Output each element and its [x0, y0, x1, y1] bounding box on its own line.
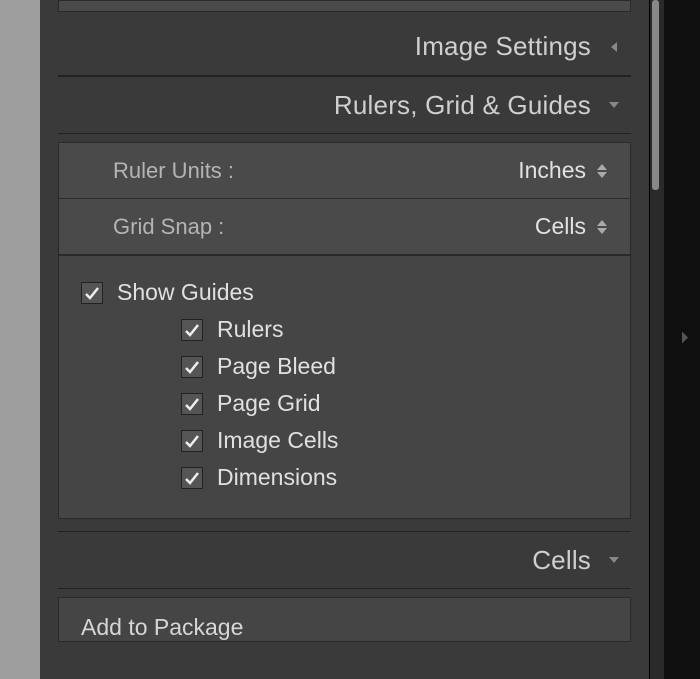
ruler-units-row: Ruler Units : Inches — [59, 143, 630, 199]
grid-snap-row: Grid Snap : Cells — [59, 199, 630, 255]
section-title: Rulers, Grid & Guides — [334, 90, 591, 121]
checkbox-image-cells[interactable] — [181, 430, 203, 452]
dimensions-label: Dimensions — [217, 464, 337, 491]
updown-icon — [596, 220, 608, 234]
rulers-label: Rulers — [217, 316, 283, 343]
section-header-image-settings[interactable]: Image Settings — [58, 18, 631, 76]
app-frame: Image Settings Rulers, Grid & Guides Rul… — [40, 0, 700, 679]
section-title: Cells — [532, 545, 591, 576]
show-guides-row[interactable]: Show Guides — [81, 274, 608, 311]
checkbox-rulers[interactable] — [181, 319, 203, 341]
grid-snap-dropdown[interactable]: Cells — [535, 213, 608, 240]
ruler-units-value: Inches — [518, 157, 586, 184]
guides-checkboxes: Show Guides Rulers Page Bleed — [59, 255, 630, 518]
rulers-row[interactable]: Rulers — [81, 311, 608, 348]
panel-expand-icon[interactable] — [680, 329, 690, 350]
chevron-left-icon — [605, 38, 623, 56]
add-to-package-label: Add to Package — [81, 614, 608, 641]
grid-snap-value: Cells — [535, 213, 586, 240]
chevron-down-icon — [605, 551, 623, 569]
page-grid-row[interactable]: Page Grid — [81, 385, 608, 422]
section-header-cells[interactable]: Cells — [58, 531, 631, 589]
chevron-down-icon — [605, 96, 623, 114]
show-guides-label: Show Guides — [117, 279, 254, 306]
checkbox-show-guides[interactable] — [81, 282, 103, 304]
section-title: Image Settings — [415, 31, 591, 62]
right-panel: Image Settings Rulers, Grid & Guides Rul… — [40, 0, 650, 679]
grid-snap-label: Grid Snap : — [113, 214, 224, 240]
rulers-grid-guides-body: Ruler Units : Inches Grid Snap : Cells — [58, 142, 631, 519]
scrollbar-vertical[interactable] — [650, 0, 664, 679]
page-bleed-label: Page Bleed — [217, 353, 336, 380]
scrollbar-thumb[interactable] — [652, 0, 659, 190]
dimensions-row[interactable]: Dimensions — [81, 459, 608, 496]
section-header-rulers-grid-guides[interactable]: Rulers, Grid & Guides — [58, 76, 631, 134]
ruler-units-dropdown[interactable]: Inches — [518, 157, 608, 184]
cells-body: Add to Package — [58, 597, 631, 642]
page-bleed-row[interactable]: Page Bleed — [81, 348, 608, 385]
checkbox-page-grid[interactable] — [181, 393, 203, 415]
checkbox-dimensions[interactable] — [181, 467, 203, 489]
image-cells-label: Image Cells — [217, 427, 338, 454]
image-cells-row[interactable]: Image Cells — [81, 422, 608, 459]
checkbox-page-bleed[interactable] — [181, 356, 203, 378]
page-grid-label: Page Grid — [217, 390, 321, 417]
ruler-units-label: Ruler Units : — [113, 158, 234, 184]
panel-strip — [58, 0, 631, 12]
updown-icon — [596, 164, 608, 178]
